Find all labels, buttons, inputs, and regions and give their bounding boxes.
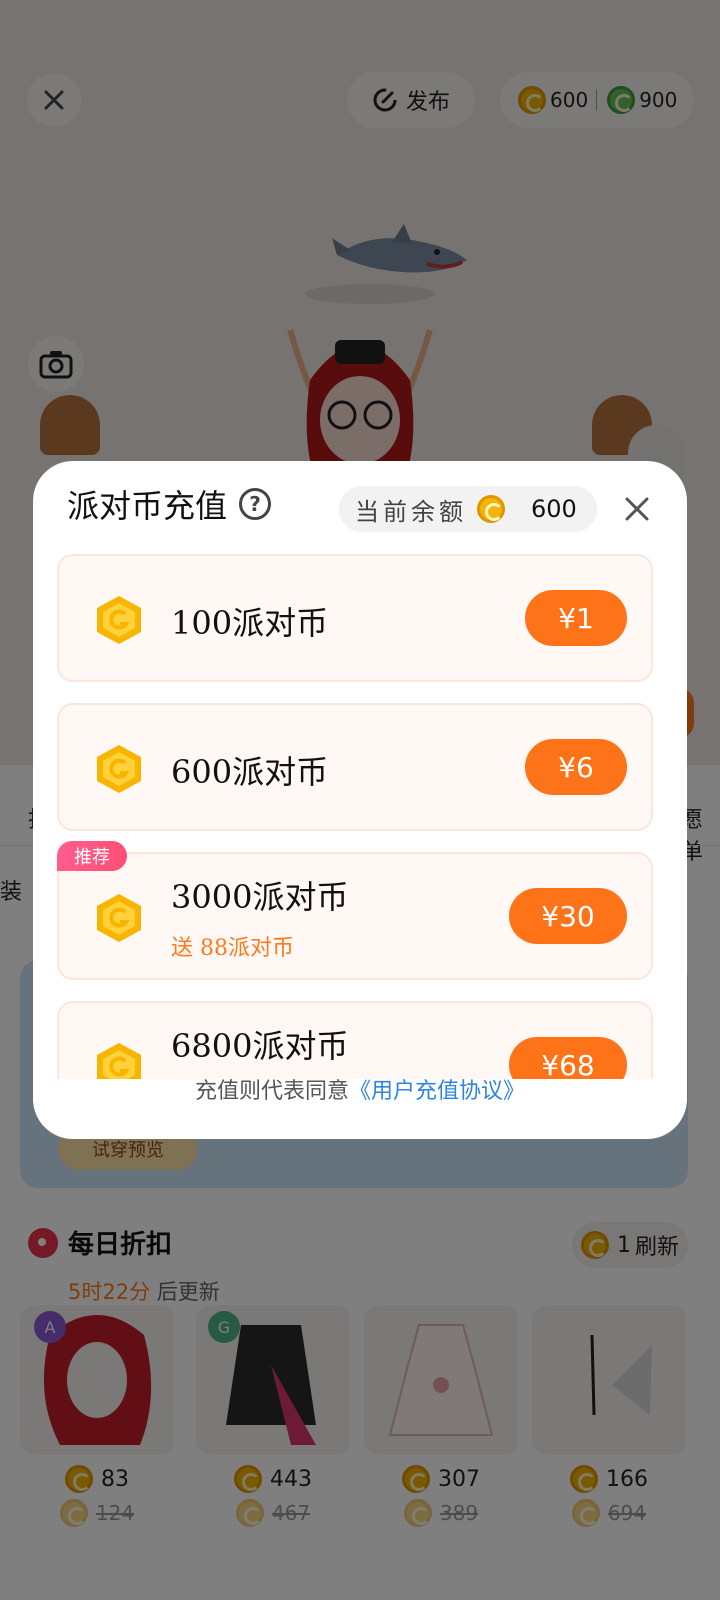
stage-pad [305, 284, 435, 304]
item-price: 307 [364, 1465, 518, 1493]
old-price-value: 467 [271, 1501, 311, 1525]
price-value: 166 [606, 1466, 648, 1492]
balance-value: 600 [531, 495, 577, 523]
agreement-text: 充值则代表同意 [194, 1079, 349, 1104]
balance-label: 当前余额 [355, 497, 467, 526]
item-thumbnail: G [196, 1305, 350, 1455]
package-bonus: 送 88派对币 [171, 936, 294, 961]
green-balance: 900 [639, 88, 678, 112]
tab-outfit-partial[interactable]: 装 [0, 874, 22, 906]
close-button[interactable] [27, 73, 81, 127]
help-icon[interactable]: ? [239, 488, 272, 520]
daily-discount-header: 每日折扣 [28, 1224, 172, 1261]
gold-coin-icon [571, 1499, 600, 1527]
gold-coin-icon [580, 1231, 609, 1259]
green-coin-icon [607, 86, 636, 114]
package-item[interactable]: 3000派对币 送 88派对币 ¥30 [57, 852, 653, 980]
package-name: 100派对币 [171, 604, 329, 642]
gold-coin-icon [65, 1465, 93, 1493]
discount-item[interactable]: 307 389 [364, 1305, 518, 1527]
badge-letter: G [218, 1318, 230, 1337]
package-name: 600派对币 [171, 753, 329, 791]
old-price-value: 389 [439, 1501, 479, 1525]
item-old-price: 694 [532, 1499, 686, 1527]
gold-coin-icon [235, 1499, 264, 1527]
currency-bar[interactable]: 600 900 [500, 72, 694, 128]
package-item[interactable]: 600派对币 ¥6 [57, 703, 653, 831]
price-value: 307 [438, 1466, 480, 1492]
red-hair-icon: A [34, 1311, 152, 1445]
publish-icon [373, 88, 397, 112]
divider [596, 90, 598, 110]
camera-icon [39, 351, 73, 379]
gold-coin-icon [570, 1465, 598, 1493]
buy-button[interactable]: ¥1 [525, 590, 627, 646]
agreement-row: 充值则代表同意 《用户充值协议》 [33, 1069, 687, 1109]
discount-tag-icon [28, 1227, 58, 1258]
dialog-title-row: 派对币充值 ? [67, 481, 272, 527]
daily-discount-title: 每日折扣 [68, 1230, 173, 1260]
buy-button[interactable]: ¥6 [525, 739, 627, 795]
package-list[interactable]: 100派对币 ¥1 600派对币 ¥6 3000派对币 送 88派对币 ¥30 … [33, 549, 687, 1079]
gold-balance: 600 [550, 88, 589, 112]
discount-item[interactable]: G 443 467 [196, 1305, 350, 1527]
item-old-price: 124 [20, 1499, 174, 1527]
dialog-title: 派对币充值 [67, 487, 228, 525]
package-item[interactable]: 6800派对币 ¥68 [57, 1001, 653, 1079]
item-thumbnail [532, 1305, 686, 1455]
discount-items: A 83 124 G 443 467 307 389 166 694 [20, 1305, 710, 1527]
white-dress-icon [388, 1324, 494, 1436]
discount-item[interactable]: 166 694 [532, 1305, 686, 1527]
package-name: 6800派对币 [171, 1027, 349, 1065]
publish-button[interactable]: 发布 [347, 72, 475, 128]
refresh-button[interactable]: 1 刷新 [572, 1222, 688, 1268]
dialog-close-button[interactable] [617, 489, 657, 529]
refresh-count: 1 [616, 1232, 631, 1258]
old-price-value: 694 [607, 1501, 647, 1525]
price-value: 443 [270, 1466, 312, 1492]
package-name: 3000派对币 [171, 878, 349, 916]
gold-coin-icon [403, 1499, 432, 1527]
buy-button[interactable]: ¥30 [509, 888, 627, 944]
party-coin-icon [97, 745, 141, 793]
gold-coin-icon [518, 86, 546, 114]
item-price: 83 [20, 1465, 174, 1493]
price-value: 83 [101, 1466, 129, 1492]
gold-coin-icon [477, 495, 505, 523]
item-price: 166 [532, 1465, 686, 1493]
balance-pill: 当前余额 600 [339, 486, 597, 532]
recommended-tag: 推荐 [57, 841, 127, 871]
update-countdown: 5时22分 后更新 [68, 1276, 220, 1306]
gold-coin-icon [402, 1465, 430, 1493]
item-old-price: 467 [196, 1499, 350, 1527]
package-item[interactable]: 100派对币 ¥1 [57, 554, 653, 682]
old-price-value: 124 [95, 1501, 135, 1525]
countdown-time: 5时22分 [68, 1280, 151, 1304]
discount-item[interactable]: A 83 124 [20, 1305, 174, 1527]
camera-button[interactable] [28, 336, 84, 392]
item-old-price: 389 [364, 1499, 518, 1527]
gold-coin-icon [59, 1499, 88, 1527]
badge-letter: A [45, 1318, 56, 1337]
countdown-suffix: 后更新 [156, 1280, 220, 1304]
agreement-link[interactable]: 《用户充值协议》 [349, 1073, 525, 1105]
item-thumbnail: A [20, 1305, 174, 1455]
wing-accessory-icon [590, 1334, 652, 1416]
item-price: 443 [196, 1465, 350, 1493]
gold-coin-icon [234, 1465, 262, 1493]
recharge-dialog: 派对币充值 ? 当前余额 600 100派对币 ¥1 600派对币 ¥6 300… [33, 461, 687, 1139]
close-icon [625, 497, 649, 521]
party-coin-icon [97, 894, 141, 942]
item-thumbnail [364, 1305, 518, 1455]
left-decoration [40, 395, 100, 455]
publish-label: 发布 [405, 90, 450, 115]
pirate-outfit-icon: G [208, 1311, 316, 1445]
close-icon [44, 90, 64, 110]
shark-pet-icon [332, 224, 467, 273]
party-coin-icon [97, 596, 141, 644]
refresh-label: 刷新 [634, 1235, 679, 1260]
